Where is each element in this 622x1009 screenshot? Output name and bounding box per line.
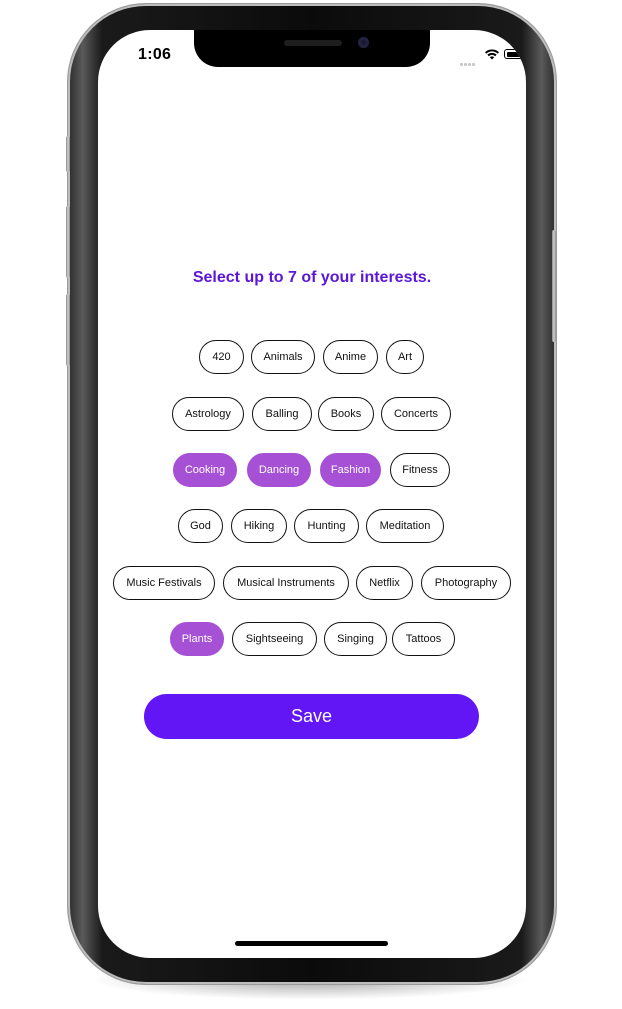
interest-chip-sightseeing[interactable]: Sightseeing <box>232 622 317 656</box>
status-time: 1:06 <box>138 46 172 63</box>
interest-chip-fitness[interactable]: Fitness <box>390 453 450 487</box>
interest-chip-anime[interactable]: Anime <box>323 340 378 374</box>
interest-chip-concerts[interactable]: Concerts <box>381 397 451 431</box>
interest-chip-astrology[interactable]: Astrology <box>172 397 244 431</box>
volume-down-button <box>66 294 70 366</box>
interest-chip-art[interactable]: Art <box>386 340 424 374</box>
wifi-icon <box>485 49 499 60</box>
save-button[interactable]: Save <box>144 694 479 739</box>
interest-chip-music-festivals[interactable]: Music Festivals <box>113 566 215 600</box>
interest-chip-fashion[interactable]: Fashion <box>320 453 381 487</box>
volume-up-button <box>66 206 70 278</box>
battery-icon <box>504 49 526 59</box>
silent-switch <box>66 136 70 172</box>
notch <box>194 30 430 67</box>
page-title: Select up to 7 of your interests. <box>192 269 432 286</box>
interest-chip-420[interactable]: 420 <box>199 340 244 374</box>
interest-chip-balling[interactable]: Balling <box>252 397 312 431</box>
home-indicator <box>235 941 388 946</box>
interest-chip-plants[interactable]: Plants <box>170 622 224 656</box>
interest-chip-cooking[interactable]: Cooking <box>173 453 237 487</box>
interest-chip-god[interactable]: God <box>178 509 223 543</box>
interest-chip-photography[interactable]: Photography <box>421 566 511 600</box>
interest-chip-singing[interactable]: Singing <box>324 622 387 656</box>
interest-chip-meditation[interactable]: Meditation <box>366 509 444 543</box>
interest-chip-tattoos[interactable]: Tattoos <box>392 622 455 656</box>
app-screen: 1:06 Select up to 7 of your interests. 4… <box>98 30 526 958</box>
interest-chip-animals[interactable]: Animals <box>251 340 315 374</box>
interest-chip-dancing[interactable]: Dancing <box>247 453 311 487</box>
interest-chip-hunting[interactable]: Hunting <box>294 509 359 543</box>
interest-chip-musical-instruments[interactable]: Musical Instruments <box>223 566 349 600</box>
front-camera <box>358 37 369 48</box>
interest-chip-netflix[interactable]: Netflix <box>356 566 413 600</box>
interest-chip-hiking[interactable]: Hiking <box>231 509 287 543</box>
interest-chip-books[interactable]: Books <box>318 397 374 431</box>
speaker-grille <box>284 40 342 46</box>
power-button <box>552 230 556 342</box>
cellular-signal-icon <box>460 53 478 66</box>
